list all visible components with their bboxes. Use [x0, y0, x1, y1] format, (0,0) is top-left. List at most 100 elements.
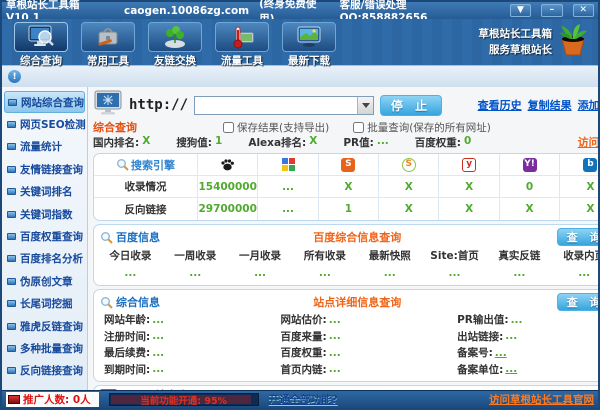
field-value: ...: [328, 313, 341, 326]
field-label: 到期时间:: [104, 363, 151, 376]
unlock-all-features-link[interactable]: 开通全部功能?: [269, 392, 338, 407]
field-label: 最后续费:: [104, 347, 151, 360]
cell-value: 29700000: [198, 198, 259, 220]
sidebar-item-baidu-weight[interactable]: 百度权重查询: [4, 225, 85, 247]
bullet-icon: [7, 322, 16, 330]
bullet-icon: [7, 344, 16, 352]
field-label: 百度来量:: [280, 330, 327, 343]
sidebar-item-site-overview[interactable]: 网站综合查询: [4, 91, 85, 114]
bullet-icon: [7, 143, 16, 151]
content-area: http:// 停 止 查看历史 复制结果 添加网址 综合查询 保存结果(支持导…: [88, 87, 598, 390]
youdao-icon: y: [439, 154, 500, 176]
stat-label: 百度权重:: [414, 136, 461, 149]
feature-progress-bar: 当前功能开通: 95%: [108, 393, 259, 407]
sidebar-item-seo-check[interactable]: 网页SEO检测: [4, 113, 86, 135]
soso-letter: S: [401, 157, 416, 172]
bullet-icon: [7, 188, 16, 196]
site-info-header: 综合信息 站点详细信息查询 查 询: [94, 290, 598, 312]
tab-composite-query[interactable]: 综合查询: [12, 22, 70, 68]
field-value: ...: [328, 346, 341, 359]
promoter-icon: [8, 395, 20, 404]
sidebar-item-label: 友情链接查询: [20, 163, 83, 176]
field-label: 网站年龄:: [104, 314, 151, 327]
sidebar-item-keyword-rank[interactable]: 关键词排名: [4, 181, 85, 203]
promoters-text: 推广人数: 0人: [23, 394, 91, 406]
url-dropdown-arrow-icon[interactable]: [357, 96, 374, 114]
field-value: ...: [152, 330, 165, 343]
clover-icon: [148, 22, 202, 52]
copy-results-link[interactable]: 复制结果: [528, 97, 572, 113]
yahoo-icon: Y!: [499, 154, 561, 176]
save-results-checkbox-input[interactable]: [223, 121, 234, 133]
cell-value: ...: [189, 266, 202, 279]
sidebar-item-label: 关键词排名: [20, 186, 73, 199]
official-site-link[interactable]: 访问草根站长工具官网: [489, 392, 594, 407]
batch-query-checkbox-input[interactable]: [353, 121, 365, 133]
tab-common-tools[interactable]: 常用工具: [79, 22, 137, 68]
sidebar-item-label: 长尾词挖掘: [20, 298, 73, 311]
sidebar-item-traffic-stats[interactable]: 流量统计: [4, 136, 85, 158]
stat-domestic-rank: 国内排名: X: [93, 135, 150, 150]
statusbar: 推广人数: 0人 当前功能开通: 95% 开通全部功能? 访问草根站长工具官网: [2, 390, 598, 408]
sidebar-item-label: 伪原创文章: [20, 275, 73, 288]
sidebar-item-baidu-rank[interactable]: 百度排名分析: [4, 248, 85, 270]
icp-number-link[interactable]: ...: [495, 347, 507, 359]
flowerpot-icon: [556, 23, 590, 62]
icp-org-link[interactable]: ...: [505, 363, 517, 375]
soso-icon: S: [379, 154, 440, 176]
column-header: 最新快照: [368, 250, 411, 262]
tab-link-exchange[interactable]: 友链交换: [146, 22, 204, 68]
icp-number-label: 备案号:: [457, 347, 493, 360]
monitor-snowflake-icon: [93, 90, 123, 120]
baidu-query-button[interactable]: 查 询: [556, 228, 598, 246]
cell-value: X: [500, 198, 561, 220]
toolbar: 综合查询 常用工具 友链交换 流量工具 最新下载 草根站长工具箱 服务草根站长: [2, 19, 598, 68]
magnifier-icon: [101, 231, 113, 244]
save-results-checkbox[interactable]: 保存结果(支持导出): [223, 120, 329, 135]
bullet-icon: [7, 210, 16, 218]
site-query-button[interactable]: 查 询: [556, 293, 598, 311]
site-info-center-title: 站点详细信息查询: [313, 296, 402, 309]
info-icon: !: [8, 70, 21, 83]
tab-traffic-tools[interactable]: 流量工具: [213, 22, 271, 68]
google-icon: [258, 154, 319, 176]
bullet-icon: [7, 255, 16, 263]
minimize-button[interactable]: –: [541, 4, 563, 17]
sidebar-item-batch-query[interactable]: 多种批量查询: [4, 337, 85, 359]
sidebar-item-pseudo-original[interactable]: 伪原创文章: [4, 270, 85, 292]
tab-label: 友链交换: [154, 55, 196, 67]
brand-line2: 服务草根站长: [489, 43, 552, 56]
stop-button[interactable]: 停 止: [380, 94, 443, 116]
baidu-info-title-wrap: 百度信息: [100, 229, 160, 245]
cell-value: ...: [578, 266, 591, 279]
bullet-icon: [7, 165, 16, 173]
sidebar-item-keyword-index[interactable]: 关键词指数: [4, 203, 85, 225]
cell-value: ...: [383, 266, 396, 279]
field-value: ...: [510, 313, 523, 326]
section-label: 综合查询: [93, 121, 137, 134]
add-url-link[interactable]: 添加网址: [578, 97, 598, 113]
stat-value: X: [309, 134, 318, 147]
sidebar-item-friend-links[interactable]: 友情链接查询: [4, 158, 85, 180]
cell-value: X: [586, 203, 595, 215]
url-input[interactable]: [195, 96, 358, 114]
sogou-icon: S: [318, 154, 380, 176]
visit-site-link[interactable]: 访问此站: [578, 134, 598, 150]
sidebar-item-reverse-links[interactable]: 反向链接查询: [4, 360, 85, 382]
row-label-indexed: 收录情况: [94, 176, 198, 198]
stat-baidu-weight: 百度权重: 0: [415, 135, 472, 150]
http-protocol-label: http://: [129, 97, 189, 113]
close-button[interactable]: ✕: [572, 4, 595, 17]
view-history-link[interactable]: 查看历史: [478, 97, 522, 113]
sidebar-item-yahoo-backlinks[interactable]: 雅虎反链查询: [4, 315, 85, 337]
bullet-icon: [7, 300, 16, 308]
bullet-icon: [8, 98, 17, 106]
sidebar-item-label: 百度排名分析: [20, 253, 83, 266]
tab-label: 最新下载: [288, 55, 330, 67]
sidebar-item-longtail-mining[interactable]: 长尾词挖掘: [4, 293, 85, 315]
batch-query-checkbox[interactable]: 批量查询(保存的所有网址): [353, 120, 491, 135]
column-header: Site:首页: [430, 250, 479, 262]
site-info-box: 综合信息 站点详细信息查询 查 询 网站年龄:... 网站估价:... PR输出…: [93, 289, 598, 382]
tab-latest-downloads[interactable]: 最新下载: [280, 22, 338, 68]
skin-icon[interactable]: ▼: [509, 4, 532, 17]
